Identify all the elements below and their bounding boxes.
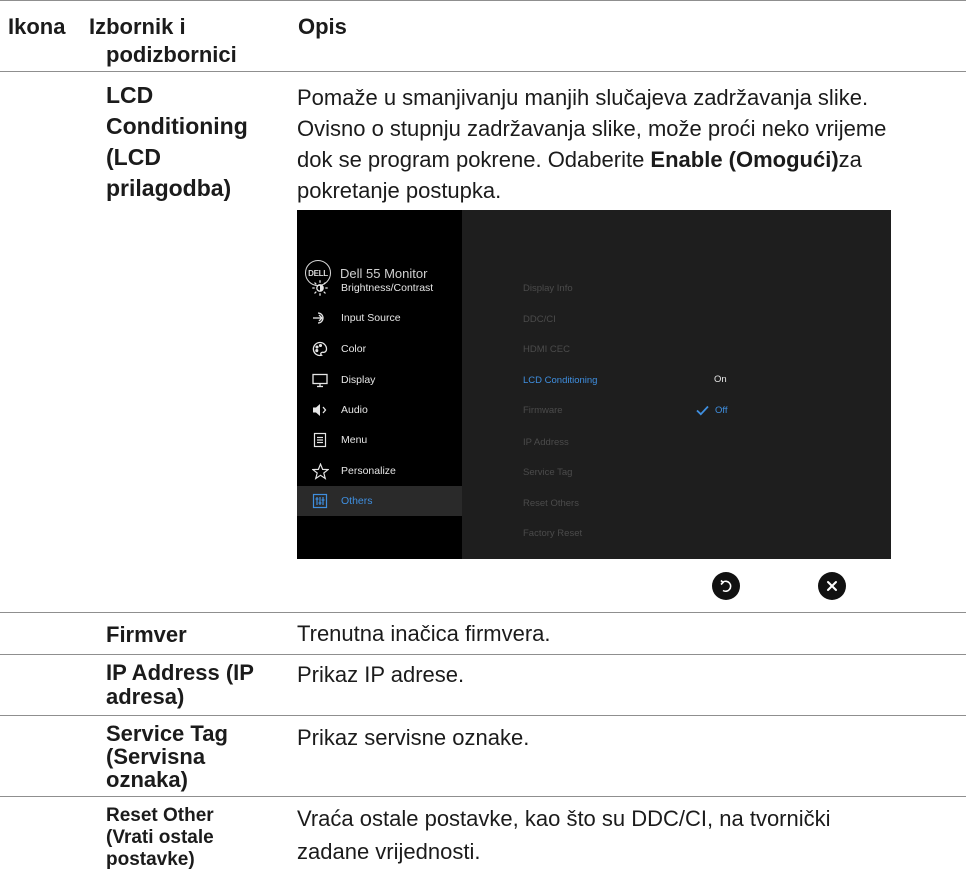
osd-submenu-item[interactable]: IP Address (523, 437, 569, 448)
reset-other-desc-line: zadane vrijednosti. (297, 839, 481, 864)
star-icon (311, 462, 329, 480)
firmware-desc: Trenutna inačica firmvera. (297, 621, 551, 646)
osd-submenu-item[interactable]: Factory Reset (523, 528, 582, 539)
ip-address-desc: Prikaz IP adrese. (297, 662, 465, 687)
lcd-title-line: LCD (106, 82, 154, 108)
ip-address-title-line: adresa) (106, 684, 185, 709)
osd-menu-label: Color (341, 343, 367, 355)
lcd-title-line: prilagodba) (106, 175, 232, 201)
lcd-title-line: Conditioning (106, 113, 248, 139)
osd-submenu-item[interactable]: DDC/CI (523, 314, 556, 325)
osd-menu-label: Menu (341, 434, 368, 446)
service-tag-title-line: Service Tag (106, 721, 228, 746)
osd-option-on[interactable]: On (714, 374, 727, 385)
lcd-desc-line: pokretanje postupka. (297, 178, 502, 203)
check-icon (696, 403, 709, 421)
back-button[interactable] (712, 572, 740, 600)
osd-menu-color[interactable]: Color (297, 334, 462, 364)
osd-menu-label: Display (341, 374, 376, 386)
osd-submenu-item[interactable]: Service Tag (523, 467, 572, 478)
osd-submenu-item[interactable]: HDMI CEC (523, 344, 570, 355)
input-source-icon (311, 309, 329, 327)
table-top-border (0, 0, 966, 1)
color-icon (311, 340, 329, 358)
osd-menu-input-source[interactable]: Input Source (297, 303, 462, 333)
row-divider (0, 715, 966, 716)
brightness-icon (311, 279, 329, 297)
osd-menu-brightness[interactable]: Brightness/Contrast (297, 273, 462, 303)
osd-menu-others[interactable]: Others (297, 486, 462, 516)
header-col-icon: Ikona (8, 14, 66, 39)
lcd-desc-line: Ovisno o stupnju zadržavanja slike, može… (297, 116, 887, 141)
header-col-menu-line1: Izbornik i (89, 14, 186, 39)
firmware-title: Firmver (106, 622, 187, 647)
lcd-title-line: (LCD (106, 144, 161, 170)
row-divider (0, 612, 966, 613)
ip-address-title-line: IP Address (IP (106, 660, 254, 685)
menu-icon (311, 431, 329, 449)
lcd-desc-line: dok se program pokrene. Odaberite Enable… (297, 144, 862, 175)
service-tag-title-line: (Servisna (106, 744, 206, 769)
osd-option-off[interactable]: Off (715, 405, 728, 416)
osd-menu-label: Audio (341, 404, 368, 416)
osd-screenshot: DELL Dell 55 Monitor Brightness/Contrast… (297, 210, 891, 559)
service-tag-desc: Prikaz servisne oznake. (297, 725, 530, 750)
osd-submenu-item[interactable]: Firmware (523, 405, 563, 416)
service-tag-title-line: oznaka) (106, 767, 188, 792)
osd-main-menu: DELL Dell 55 Monitor Brightness/Contrast… (297, 210, 462, 559)
osd-menu-menu[interactable]: Menu (297, 425, 462, 455)
reset-other-desc-line: Vraća ostale postavke, kao što su DDC/CI… (297, 806, 831, 831)
osd-menu-label: Others (341, 495, 373, 507)
osd-menu-label: Input Source (341, 312, 401, 324)
lcd-desc-text: dok se program pokrene. Odaberite (297, 147, 651, 172)
lcd-desc-text: za (838, 147, 862, 172)
close-button[interactable] (818, 572, 846, 600)
audio-icon (311, 401, 329, 419)
osd-submenu-item-lcd-conditioning[interactable]: LCD Conditioning (523, 375, 597, 386)
enable-option-text: Enable (Omogući) (650, 147, 839, 172)
header-divider (0, 71, 966, 72)
osd-menu-display[interactable]: Display (297, 365, 462, 395)
row-divider (0, 654, 966, 655)
close-icon (827, 581, 837, 591)
osd-menu-label: Personalize (341, 465, 396, 477)
back-icon (720, 579, 732, 592)
others-icon (311, 492, 329, 510)
osd-submenu-item[interactable]: Reset Others (523, 498, 579, 509)
row-divider (0, 796, 966, 797)
reset-other-title-line: Reset Other (106, 805, 214, 826)
reset-other-title-line: (Vrati ostale (106, 827, 214, 848)
display-icon (311, 371, 329, 389)
osd-menu-audio[interactable]: Audio (297, 395, 462, 425)
reset-other-title-line: postavke) (106, 849, 195, 870)
header-col-menu-line2: podizbornici (106, 42, 237, 67)
lcd-desc-line: Pomaže u smanjivanju manjih slučajeva za… (297, 85, 869, 110)
header-col-desc: Opis (298, 14, 347, 39)
osd-menu-personalize[interactable]: Personalize (297, 456, 462, 486)
osd-menu-label: Brightness/Contrast (341, 282, 434, 294)
osd-submenu-item[interactable]: Display Info (523, 283, 573, 294)
